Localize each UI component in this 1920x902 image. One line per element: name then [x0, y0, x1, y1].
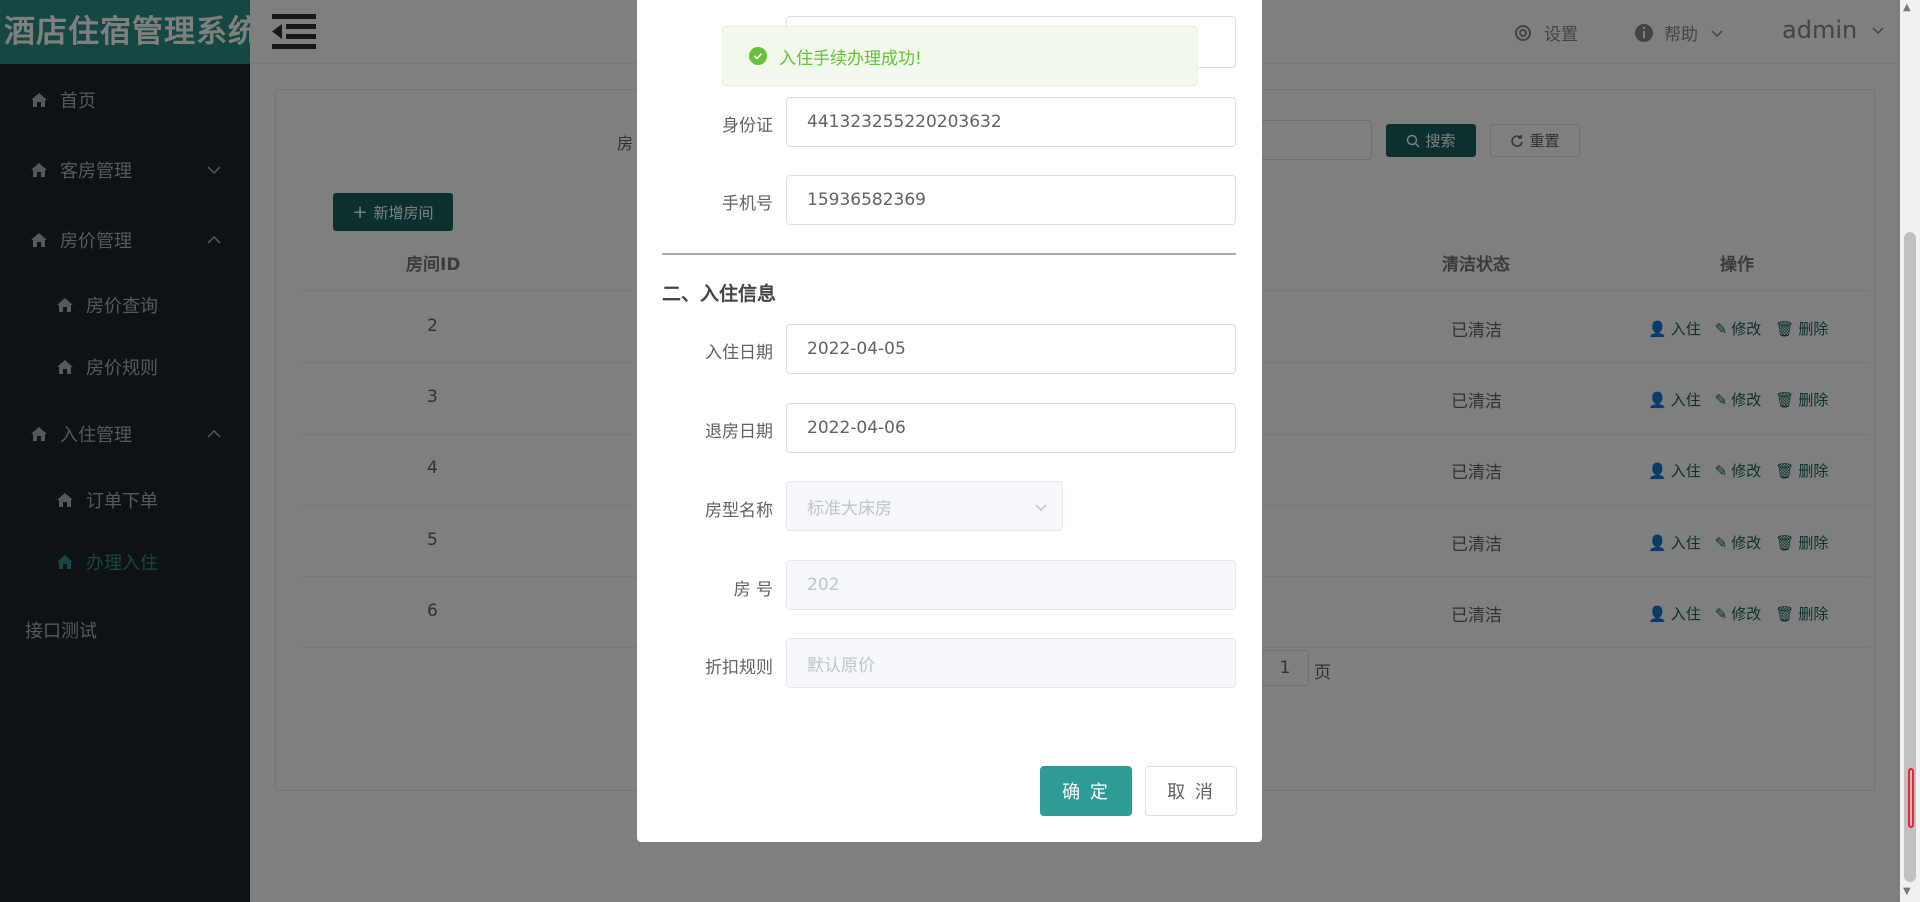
checkout-date-value: 2022-04-06 — [807, 418, 906, 438]
checkin-date-field[interactable]: 2022-04-05 — [786, 324, 1236, 374]
scroll-up-arrow-icon[interactable]: ▲ — [1903, 2, 1911, 13]
room-type-value: 标准大床房 — [807, 498, 892, 519]
id-card-label: 身份证 — [722, 116, 773, 136]
id-card-field[interactable]: 441323255220203632 — [786, 97, 1236, 147]
phone-value: 15936582369 — [807, 190, 926, 210]
check-circle-icon — [749, 47, 767, 65]
cancel-button[interactable]: 取 消 — [1145, 766, 1237, 816]
id-card-value: 441323255220203632 — [807, 112, 1002, 132]
scrollbar-highlight-marker — [1908, 768, 1914, 828]
success-toast: 入住手续办理成功! — [722, 26, 1198, 86]
checkout-date-field[interactable]: 2022-04-06 — [786, 403, 1236, 453]
checkin-date-label: 入住日期 — [705, 343, 773, 363]
scroll-down-arrow-icon[interactable]: ▼ — [1903, 886, 1911, 897]
section-divider — [662, 253, 1236, 255]
discount-rule-value: 默认原价 — [807, 655, 875, 676]
discount-rule-label: 折扣规则 — [705, 658, 773, 678]
toast-message: 入住手续办理成功! — [779, 48, 922, 69]
confirm-button[interactable]: 确 定 — [1040, 766, 1132, 816]
checkout-date-label: 退房日期 — [705, 422, 773, 442]
room-number-field[interactable]: 202 — [786, 560, 1236, 610]
discount-rule-field[interactable]: 默认原价 — [786, 638, 1236, 688]
room-number-value: 202 — [807, 575, 840, 595]
room-type-label: 房型名称 — [705, 501, 773, 521]
room-number-label: 房 号 — [733, 580, 773, 600]
section-title-checkin-info: 二、入住信息 — [662, 283, 777, 305]
room-type-select[interactable]: 标准大床房 — [786, 481, 1063, 531]
checkin-date-value: 2022-04-05 — [807, 339, 906, 359]
phone-label: 手机号 — [722, 194, 773, 214]
phone-field[interactable]: 15936582369 — [786, 175, 1236, 225]
chevron-down-icon — [1035, 504, 1047, 512]
